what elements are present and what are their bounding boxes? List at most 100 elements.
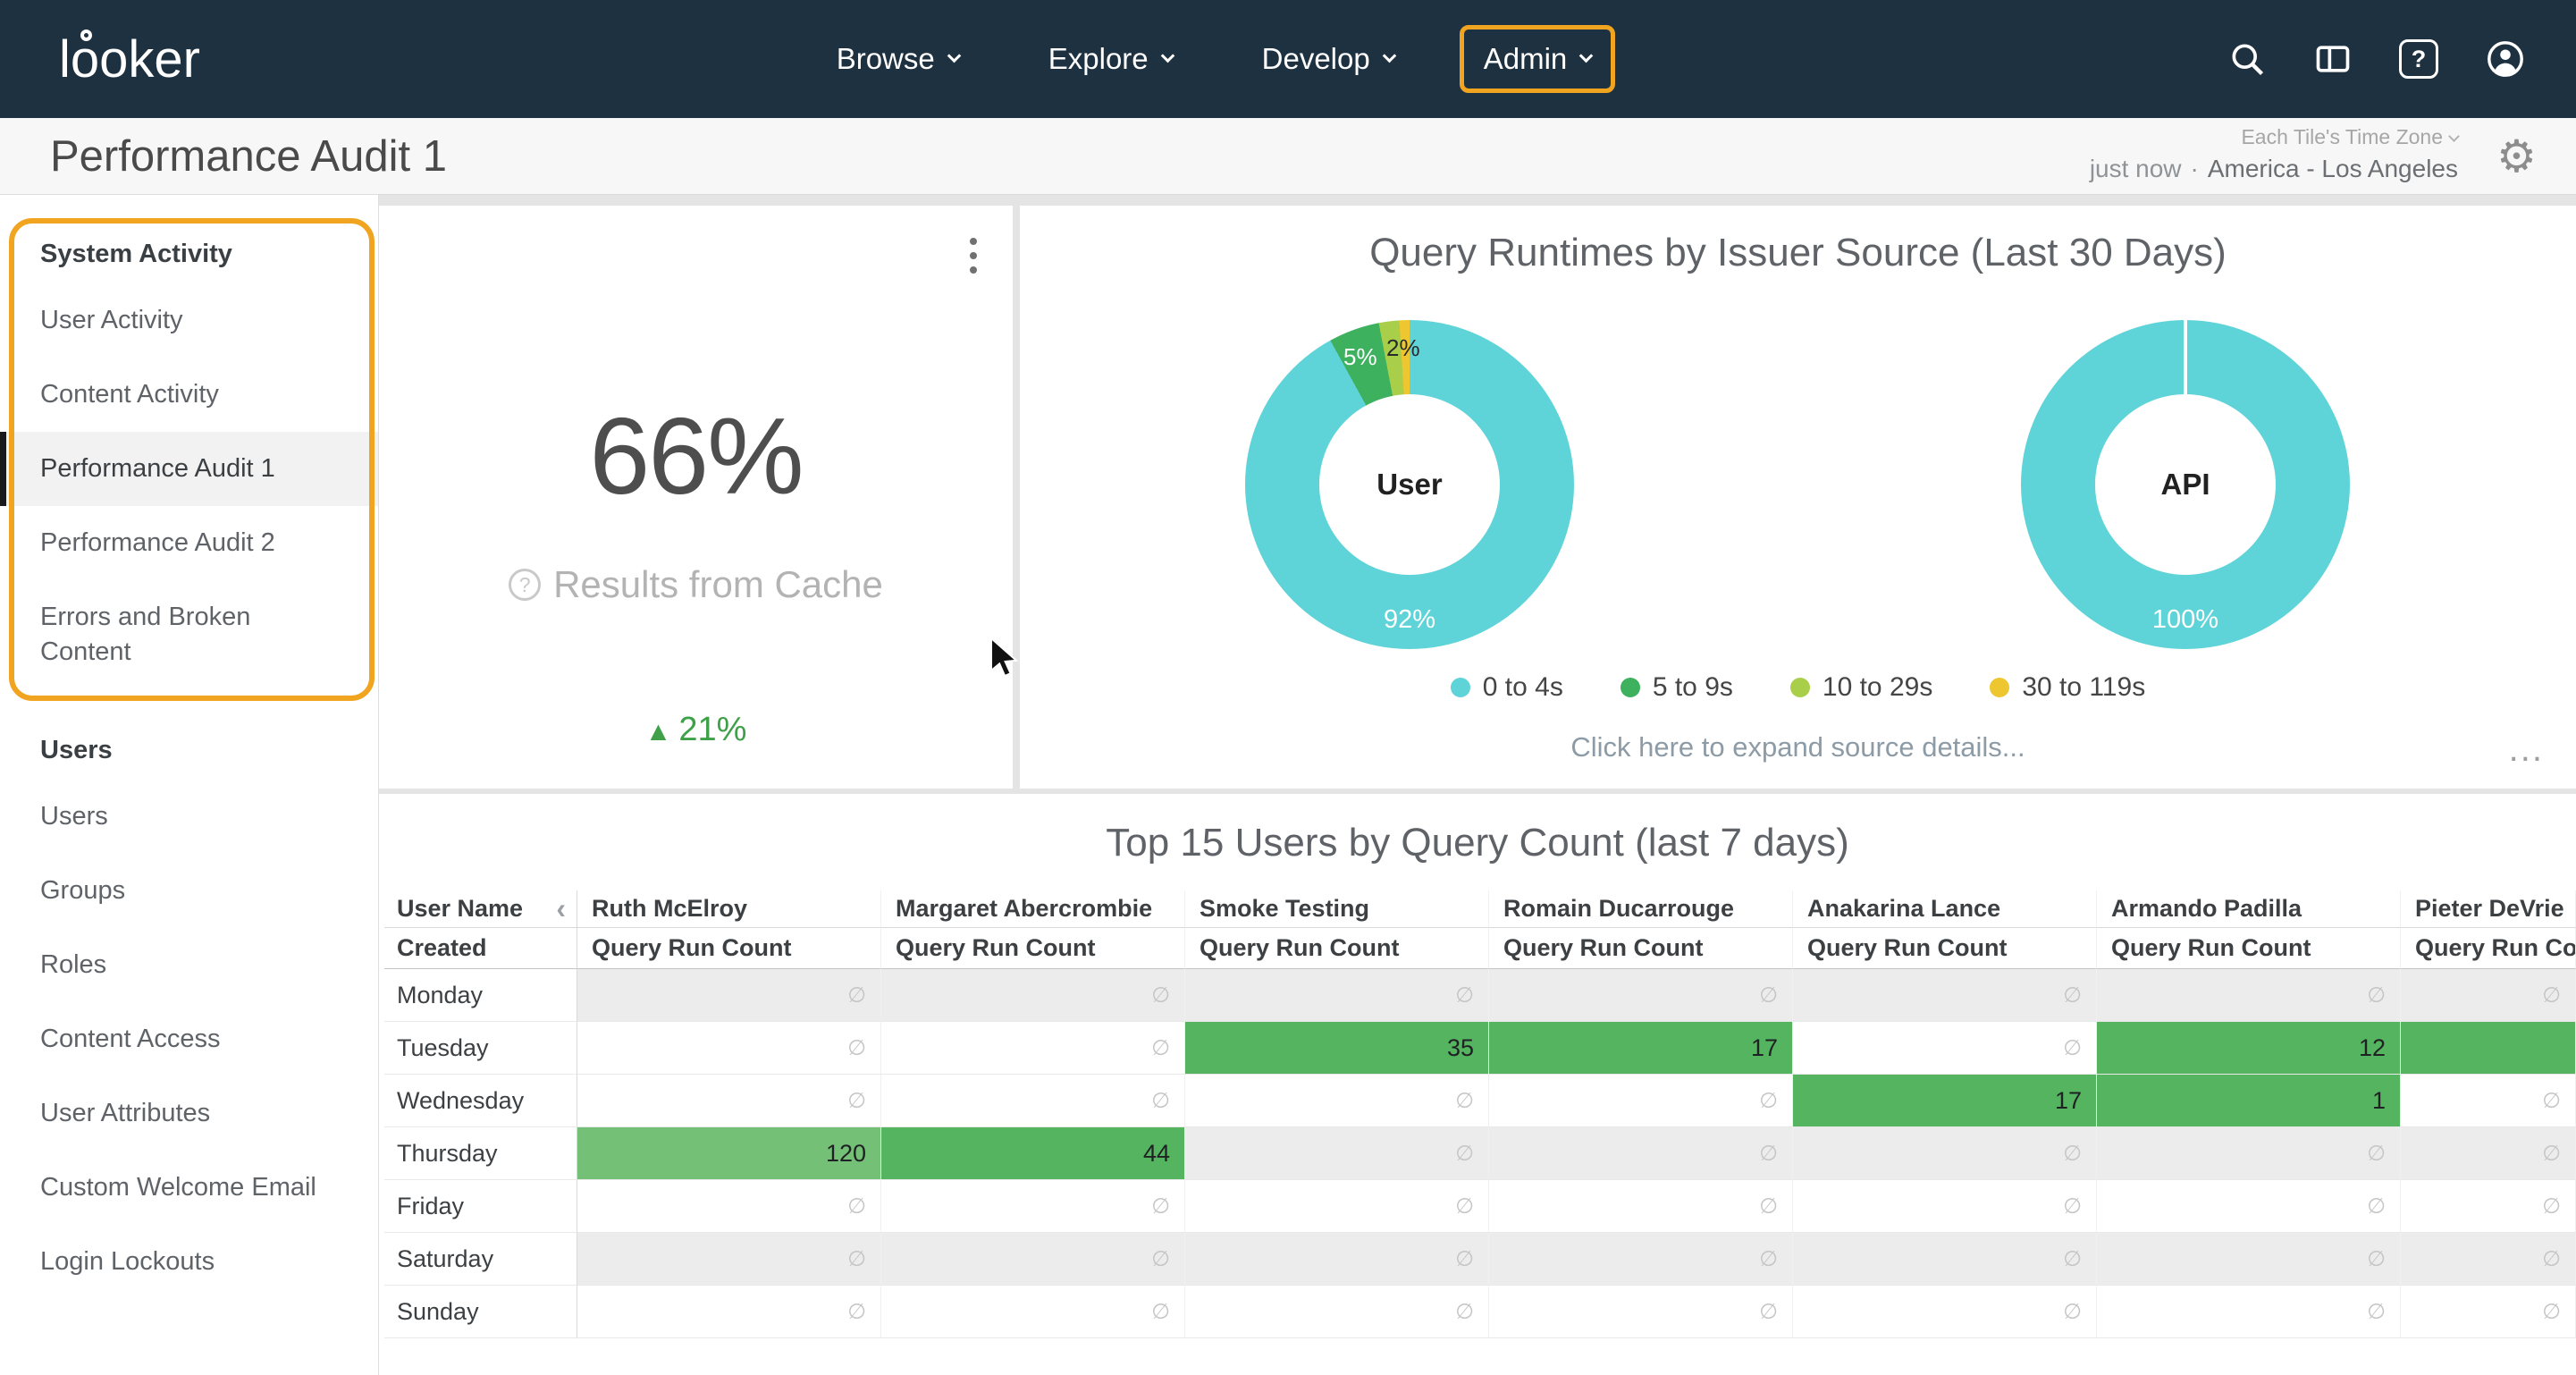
table-null-cell: ∅ bbox=[1489, 1233, 1793, 1286]
table-null-cell: ∅ bbox=[1185, 1127, 1489, 1180]
table-null-cell: ∅ bbox=[881, 1233, 1185, 1286]
gear-icon[interactable]: ⚙ bbox=[2496, 131, 2537, 182]
table-column-header[interactable]: Armando Padilla bbox=[2097, 890, 2401, 928]
page-title: Performance Audit 1 bbox=[50, 118, 447, 195]
sidebar-item-login-lockouts[interactable]: Login Lockouts bbox=[0, 1225, 378, 1299]
table-corner-header[interactable]: User Name‹ bbox=[384, 890, 577, 928]
dashboard-header: Performance Audit 1 Each Tile's Time Zon… bbox=[0, 118, 2576, 195]
donut-hole: API bbox=[2095, 394, 2276, 575]
nav-item-browse[interactable]: Browse bbox=[812, 25, 983, 93]
table-null-cell: ∅ bbox=[577, 969, 881, 1022]
cache-tile-label: ? Results from Cache bbox=[379, 563, 1013, 606]
sidebar-item-user-activity[interactable]: User Activity bbox=[0, 283, 378, 358]
chevron-down-icon bbox=[1160, 48, 1174, 63]
table-day-cell: Monday bbox=[384, 969, 577, 1022]
table-null-cell: ∅ bbox=[2097, 1180, 2401, 1233]
timezone-selector[interactable]: Each Tile's Time Zone bbox=[2090, 125, 2458, 149]
legend-item[interactable]: 0 to 4s bbox=[1451, 672, 1563, 703]
tile-overflow-icon[interactable]: ... bbox=[2509, 730, 2544, 770]
table-measure-header[interactable]: Query Run Count bbox=[881, 928, 1185, 969]
nav-item-label: Browse bbox=[837, 42, 935, 76]
tile-menu-icon[interactable] bbox=[970, 238, 977, 274]
table-measure-header[interactable]: Query Run Count bbox=[1185, 928, 1489, 969]
table-null-cell: ∅ bbox=[881, 1180, 1185, 1233]
sidebar-item-users[interactable]: Users bbox=[0, 780, 378, 854]
table-measure-header[interactable]: Query Run Count bbox=[1489, 928, 1793, 969]
help-icon[interactable]: ? bbox=[2399, 39, 2438, 79]
search-icon[interactable] bbox=[2227, 39, 2267, 79]
legend-item[interactable]: 30 to 119s bbox=[1990, 672, 2145, 703]
sidebar-item-errors-and-broken-content[interactable]: Errors and Broken Content bbox=[0, 580, 378, 689]
navbar-icons: ? bbox=[2227, 38, 2526, 80]
table-null-cell: ∅ bbox=[1793, 1286, 2097, 1338]
sidebar-item-content-access[interactable]: Content Access bbox=[0, 1002, 378, 1076]
table-column-header[interactable]: Pieter DeVrie bbox=[2401, 890, 2576, 928]
dashboard-body: 66% ? Results from Cache ▲21% Query Runt… bbox=[379, 195, 2576, 1375]
table-column-header[interactable]: Anakarina Lance bbox=[1793, 890, 2097, 928]
table-null-cell: ∅ bbox=[2401, 1233, 2576, 1286]
expand-source-details-link[interactable]: Click here to expand source details... bbox=[1020, 731, 2576, 763]
table-null-cell: ∅ bbox=[2401, 1180, 2576, 1233]
table-day-cell: Thursday bbox=[384, 1127, 577, 1180]
question-circle-icon[interactable]: ? bbox=[509, 569, 541, 601]
table-null-cell: ∅ bbox=[577, 1233, 881, 1286]
legend-label: 0 to 4s bbox=[1483, 672, 1563, 703]
query-count-table-tile: Top 15 Users by Query Count (last 7 days… bbox=[379, 794, 2576, 1375]
nav-item-admin[interactable]: Admin bbox=[1460, 25, 1616, 93]
table-measure-header[interactable]: Query Run Count bbox=[577, 928, 881, 969]
table-null-cell: ∅ bbox=[2097, 969, 2401, 1022]
table-null-cell: ∅ bbox=[1489, 1180, 1793, 1233]
cache-label-text: Results from Cache bbox=[553, 563, 883, 606]
sidebar-item-content-activity[interactable]: Content Activity bbox=[0, 358, 378, 432]
table-null-cell: ∅ bbox=[1793, 1022, 2097, 1075]
nav-item-develop[interactable]: Develop bbox=[1238, 25, 1418, 93]
top-navbar: looker Browse Explore Develop Admin ? bbox=[0, 0, 2576, 118]
table-null-cell: ∅ bbox=[1793, 1233, 2097, 1286]
legend-label: 10 to 29s bbox=[1823, 672, 1932, 703]
sidebar-item-performance-audit-2[interactable]: Performance Audit 2 bbox=[0, 506, 378, 580]
table-value-cell bbox=[2401, 1022, 2576, 1075]
query-count-table: User Name‹Ruth McElroyMargaret Abercromb… bbox=[384, 890, 2576, 1338]
table-null-cell: ∅ bbox=[577, 1075, 881, 1127]
table-null-cell: ∅ bbox=[2401, 1075, 2576, 1127]
table-value-cell: 12 bbox=[2097, 1022, 2401, 1075]
sidebar-item-custom-welcome-email[interactable]: Custom Welcome Email bbox=[0, 1151, 378, 1225]
legend-item[interactable]: 5 to 9s bbox=[1621, 672, 1733, 703]
table-measure-header[interactable]: Query Run Count bbox=[2097, 928, 2401, 969]
table-column-header[interactable]: Smoke Testing bbox=[1185, 890, 1489, 928]
account-icon[interactable] bbox=[2485, 38, 2526, 80]
table-column-header[interactable]: Margaret Abercrombie bbox=[881, 890, 1185, 928]
sidebar-item-groups[interactable]: Groups bbox=[0, 854, 378, 928]
table-null-cell: ∅ bbox=[2097, 1286, 2401, 1338]
table-value-cell: 17 bbox=[1793, 1075, 2097, 1127]
table-column-header[interactable]: Romain Ducarrouge bbox=[1489, 890, 1793, 928]
table-measure-header[interactable]: Query Run Count bbox=[1793, 928, 2097, 969]
sidebar-item-roles[interactable]: Roles bbox=[0, 928, 378, 1002]
legend-swatch bbox=[1990, 678, 2009, 697]
sidebar-item-performance-audit-1[interactable]: Performance Audit 1 bbox=[0, 432, 378, 506]
table-value-cell: 17 bbox=[1489, 1022, 1793, 1075]
table-null-cell: ∅ bbox=[2401, 1127, 2576, 1180]
table-null-cell: ∅ bbox=[2401, 1286, 2576, 1338]
collapse-column-icon[interactable]: ‹ bbox=[556, 892, 566, 925]
donut-legend: 0 to 4s 5 to 9s 10 to 29s 30 to 119s bbox=[1020, 672, 2576, 703]
table-null-cell: ∅ bbox=[881, 969, 1185, 1022]
table-null-cell: ∅ bbox=[2097, 1127, 2401, 1180]
legend-swatch bbox=[1621, 678, 1640, 697]
table-null-cell: ∅ bbox=[2097, 1233, 2401, 1286]
table-day-cell: Wednesday bbox=[384, 1075, 577, 1127]
table-null-cell: ∅ bbox=[1489, 1075, 1793, 1127]
marketplace-icon[interactable] bbox=[2313, 39, 2353, 79]
last-refreshed-text: just now bbox=[2090, 155, 2182, 182]
sidebar-item-user-attributes[interactable]: User Attributes bbox=[0, 1076, 378, 1151]
table-column-header[interactable]: Ruth McElroy bbox=[577, 890, 881, 928]
table-row-dim-header[interactable]: Created bbox=[384, 928, 577, 969]
sidebar-section-header: Users bbox=[0, 721, 378, 780]
nav-item-explore[interactable]: Explore bbox=[1024, 25, 1197, 93]
looker-logo[interactable]: looker bbox=[59, 30, 200, 89]
table-null-cell: ∅ bbox=[881, 1075, 1185, 1127]
table-measure-header[interactable]: Query Run Count bbox=[2401, 928, 2576, 969]
legend-item[interactable]: 10 to 29s bbox=[1790, 672, 1932, 703]
donut-main-percent: 92% bbox=[1245, 605, 1574, 635]
nav-item-label: Explore bbox=[1048, 42, 1149, 76]
